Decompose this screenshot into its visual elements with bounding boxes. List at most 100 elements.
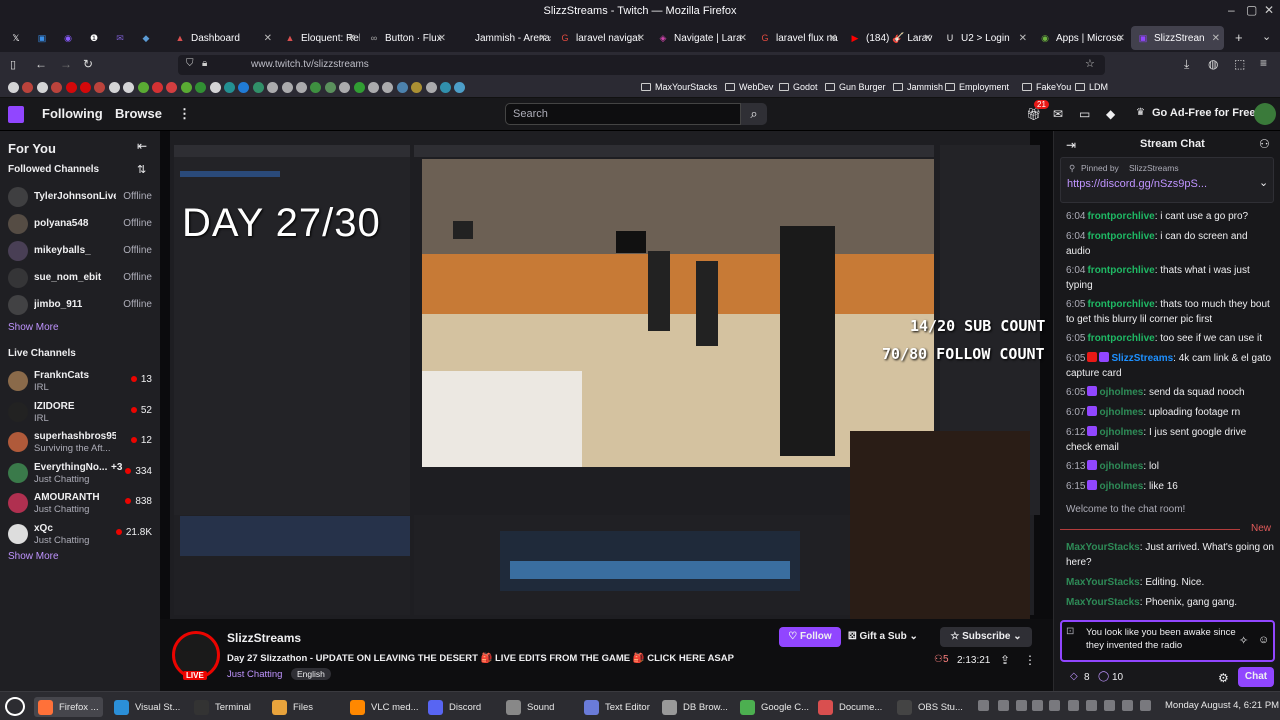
bookmark-favicon-icon[interactable] (425, 82, 437, 93)
search-icon[interactable]: ⌕ (741, 103, 767, 125)
followed-channel[interactable]: sue_nom_ebit Offline (0, 265, 160, 291)
bookmark-favicon-icon[interactable] (36, 82, 48, 93)
forward-icon[interactable]: → (60, 57, 72, 71)
bookmark-favicon-icon[interactable] (209, 82, 221, 93)
collapse-chat-icon[interactable]: ⇥ (1066, 138, 1076, 152)
browser-tab[interactable]: ▲ Dashboard ✕ (168, 26, 276, 50)
close-tab-icon[interactable]: ✕ (264, 33, 272, 44)
taskbar-app[interactable]: Google C... (740, 697, 809, 717)
shield-icon[interactable]: ⛉ (186, 58, 194, 69)
taskbar-app[interactable]: Discord (428, 697, 481, 717)
gift-sub-button[interactable]: ⚄ Gift a Sub ⌄ (848, 627, 932, 647)
followed-channel[interactable]: mikeyballs_ Offline (0, 238, 160, 264)
browser-tab[interactable]: ▶ (184) 🎸 Larav ✕ (843, 26, 936, 50)
chat-identity-icon[interactable]: ⊡ (1066, 626, 1074, 637)
bookmark-favicon-icon[interactable] (137, 82, 149, 93)
chat-username[interactable]: MaxYourStacks (1066, 542, 1140, 553)
tray-icon[interactable] (1032, 700, 1043, 711)
tray-icon[interactable] (1104, 700, 1115, 711)
bookmark-folder[interactable]: Jammish (893, 82, 943, 92)
chat-input-value[interactable]: You look like you been awake since they … (1086, 626, 1236, 652)
taskbar-app[interactable]: Docume... (818, 697, 882, 717)
bookmark-favicon-icon[interactable] (310, 82, 322, 93)
bookmark-favicon-icon[interactable] (252, 82, 264, 93)
bookmark-favicon-icon[interactable] (339, 82, 351, 93)
bookmark-favicon-icon[interactable] (281, 82, 293, 93)
nav-browse[interactable]: Browse (115, 106, 162, 121)
language-tag[interactable]: English (291, 668, 331, 680)
bookmark-favicon-icon[interactable] (195, 82, 207, 93)
browser-tab[interactable]: Glaravel flux na ✕ (753, 26, 841, 50)
chat-username[interactable]: ojholmes (1099, 407, 1143, 418)
close-tab-icon[interactable]: ✕ (1117, 33, 1125, 44)
bookmark-favicon-icon[interactable] (238, 82, 250, 93)
bookmark-favicon-icon[interactable] (396, 82, 408, 93)
browser-tab[interactable]: ◈ Navigate | Lara ✕ (651, 26, 751, 50)
browser-tab[interactable]: ▣ SlizzStrean ✕ (1131, 26, 1224, 50)
users-icon[interactable]: ⚇ (1259, 137, 1270, 151)
bookmark-favicon-icon[interactable] (180, 82, 192, 93)
chat-username[interactable]: MaxYourStacks (1066, 597, 1140, 608)
stream-category[interactable]: Just Chatting (227, 669, 282, 680)
browser-tab[interactable]: ▣ (30, 26, 54, 50)
close-tab-icon[interactable]: ✕ (348, 33, 356, 44)
lock-icon[interactable]: 🔒︎ (202, 58, 207, 69)
maximize-icon[interactable]: ▢ (1246, 3, 1257, 17)
browser-tab[interactable]: ◉ (56, 26, 80, 50)
bookmark-favicon-icon[interactable] (80, 82, 91, 93)
follow-button[interactable]: ♡ Follow (779, 627, 841, 647)
chat-username[interactable]: frontporchlive (1087, 231, 1154, 242)
live-channel[interactable]: xQc Just Chatting 21.8K (0, 521, 160, 547)
bits-icon[interactable]: ◆ (1106, 107, 1115, 121)
bookmark-favicon-icon[interactable] (108, 82, 120, 93)
prime-loot-icon[interactable]: 🎁︎ (1026, 107, 1041, 121)
channel-name[interactable]: SlizzStreams (227, 631, 301, 645)
more-icon[interactable]: ⋮ (178, 106, 191, 122)
pinned-link[interactable]: https://discord.gg/nSzs9pS... (1067, 178, 1207, 190)
chat-username[interactable]: frontporchlive (1087, 299, 1154, 310)
bookmark-favicon-icon[interactable] (65, 82, 77, 93)
bookmark-favicon-icon[interactable] (123, 82, 135, 93)
search-input[interactable]: Search (505, 103, 741, 125)
bookmark-favicon-icon[interactable] (8, 82, 19, 93)
browser-tab[interactable]: ◆ (134, 26, 166, 50)
bookmark-favicon-icon[interactable] (324, 82, 336, 93)
url-text[interactable]: www.twitch.tv/slizzstreams (251, 59, 369, 70)
avatar[interactable] (1254, 103, 1276, 125)
followed-channel[interactable]: polyana548 Offline (0, 211, 160, 237)
account-icon[interactable]: ◍ (1208, 57, 1218, 71)
ad-free-button[interactable]: Go Ad-Free for Free (1152, 107, 1256, 119)
taskbar-app[interactable]: DB Brow... (662, 697, 728, 717)
bookmark-favicon-icon[interactable] (51, 82, 63, 93)
reload-icon[interactable]: ↻ (83, 57, 93, 71)
browser-tab[interactable]: ∞ Button · Flux ✕ (362, 26, 450, 50)
browser-tab[interactable]: ▲Eloquent: Rela✕ (278, 26, 360, 50)
bookmark-favicon-icon[interactable] (368, 82, 379, 93)
bookmark-favicon-icon[interactable] (411, 82, 423, 93)
show-more-live[interactable]: Show More (8, 551, 59, 562)
video-player[interactable]: DAY 27/30 14/20 SUB COUNT 70/80 FOLLOW C… (160, 131, 1053, 619)
taskbar-app[interactable]: Files (272, 697, 313, 717)
live-channel[interactable]: EverythingNo... +3 Just Chatting 334 (0, 460, 160, 486)
browser-tab[interactable]: Jammish - Arenas ✕ (452, 26, 551, 50)
bookmark-folder[interactable]: WebDev (725, 82, 773, 92)
tray-icon[interactable] (1086, 700, 1097, 711)
close-tab-icon[interactable]: ✕ (539, 33, 547, 44)
chat-username[interactable]: ojholmes (1099, 427, 1143, 438)
start-menu-icon[interactable] (5, 697, 25, 716)
tray-icon[interactable] (1049, 700, 1060, 711)
taskbar-app[interactable]: Sound (506, 697, 554, 717)
bookmark-favicon-icon[interactable] (382, 82, 394, 93)
close-tab-icon[interactable]: ✕ (1212, 33, 1220, 44)
browser-tab[interactable]: U U2 > Login ✕ (938, 26, 1031, 50)
whispers-icon[interactable]: ▭ (1079, 107, 1090, 121)
bookmark-folder[interactable]: Gun Burger (825, 82, 886, 92)
followed-channel[interactable]: TylerJohnsonLive Offline (0, 184, 160, 210)
clock[interactable]: Monday August 4, 6:21 PM (1165, 700, 1279, 711)
bits-cheer-icon[interactable]: ✧ (1239, 634, 1248, 647)
bookmark-favicon-icon[interactable] (296, 82, 307, 93)
live-channel[interactable]: superhashbros95 Surviving the Aft... 12 (0, 429, 160, 455)
tray-icon[interactable] (1068, 700, 1079, 711)
twitch-logo-icon[interactable] (8, 106, 24, 123)
chat-send-button[interactable]: Chat (1238, 667, 1274, 687)
